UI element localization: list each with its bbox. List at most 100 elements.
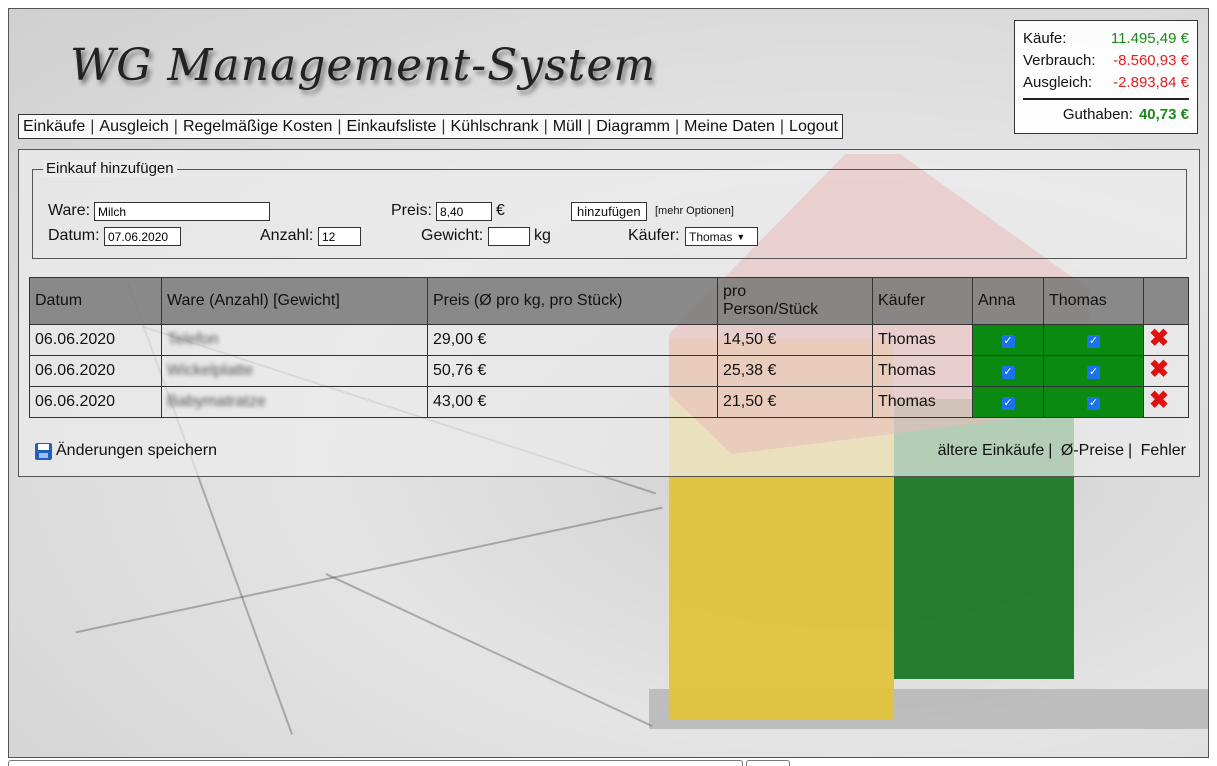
nav-separator: | <box>173 117 178 135</box>
cell-pro-person: 14,50 € <box>717 324 873 356</box>
table-row: 06.06.2020 Wickelplatte 50,76 € 25,38 € … <box>29 355 1189 387</box>
col-pro-line2: Person/Stück <box>723 301 819 318</box>
cell-actions: ✖ <box>1143 386 1189 418</box>
col-pro-line1: pro <box>723 283 747 300</box>
cell-thomas: ✓ <box>1043 386 1144 418</box>
save-disk-icon <box>35 442 52 460</box>
kaeufer-select[interactable]: Thomas ▼ <box>685 227 758 246</box>
col-kaeufer: Käufer <box>872 277 973 325</box>
anzahl-label: Anzahl: <box>260 227 314 244</box>
main-nav: Einkäufe | Ausgleich | Regelmäßige Kosten |… <box>18 114 843 139</box>
verbrauch-label: Verbrauch: <box>1023 51 1096 69</box>
nav-einkaeufe[interactable]: Einkäufe <box>23 118 85 136</box>
nav-separator: | <box>90 117 95 135</box>
nav-ausgleich[interactable]: Ausgleich <box>99 118 168 136</box>
cell-ware: Wickelplatte <box>161 355 428 387</box>
footer-links: ältere Einkäufe | Ø-Preise | Fehler <box>938 442 1186 460</box>
thomas-checkbox[interactable]: ✓ <box>1087 335 1100 348</box>
anzahl-input[interactable] <box>318 227 361 246</box>
blueprint-line <box>75 506 663 634</box>
cell-actions: ✖ <box>1143 355 1189 387</box>
footer-separator: | <box>1128 442 1133 459</box>
nav-separator: | <box>441 117 446 135</box>
table-row: 06.06.2020 Babymatratze 43,00 € 21,50 € … <box>29 386 1189 418</box>
cell-thomas: ✓ <box>1043 324 1144 356</box>
col-thomas: Thomas <box>1043 277 1144 325</box>
preis-unit: € <box>496 202 505 219</box>
delete-icon[interactable]: ✖ <box>1149 356 1169 383</box>
nav-regelmaessige-kosten[interactable]: Regelmäßige Kosten <box>183 118 332 136</box>
summary-row-verbrauch: Verbrauch: -8.560,93 € <box>1023 49 1189 71</box>
col-preis: Preis (Ø pro kg, pro Stück) <box>427 277 718 325</box>
gewicht-unit: kg <box>534 227 551 244</box>
nav-kuehlschrank[interactable]: Kühlschrank <box>451 118 539 136</box>
col-actions <box>1143 277 1189 325</box>
cell-thomas: ✓ <box>1043 355 1144 387</box>
save-changes-label: Änderungen speichern <box>56 442 218 459</box>
cell-ware: Telefon <box>161 324 428 356</box>
cell-kaeufer: Thomas <box>872 355 973 387</box>
nav-separator: | <box>587 117 592 135</box>
summary-row-ausgleich: Ausgleich: -2.893,84 € <box>1023 71 1189 93</box>
cell-preis: 29,00 € <box>427 324 718 356</box>
bottom-bar <box>8 760 743 766</box>
add-button[interactable]: hinzufügen <box>571 202 647 221</box>
nav-separator: | <box>337 117 342 135</box>
anna-checkbox[interactable]: ✓ <box>1001 397 1015 410</box>
col-anna: Anna <box>972 277 1044 325</box>
nav-diagramm[interactable]: Diagramm <box>596 118 670 136</box>
thomas-checkbox[interactable]: ✓ <box>1087 397 1100 410</box>
summary-row-kaeufe: Käufe: 11.495,49 € <box>1023 27 1189 49</box>
ausgleich-label: Ausgleich: <box>1023 73 1093 91</box>
cell-datum: 06.06.2020 <box>29 355 162 387</box>
verbrauch-value: -8.560,93 € <box>1113 51 1189 69</box>
cell-pro-person: 21,50 € <box>717 386 873 418</box>
nav-meine-daten[interactable]: Meine Daten <box>684 118 775 136</box>
nav-einkaufsliste[interactable]: Einkaufsliste <box>347 118 437 136</box>
balance-summary: Käufe: 11.495,49 € Verbrauch: -8.560,93 … <box>1014 20 1198 134</box>
gewicht-input[interactable] <box>488 227 530 246</box>
datum-label: Datum: <box>48 227 100 244</box>
ware-input[interactable] <box>94 202 270 221</box>
errors-link[interactable]: Fehler <box>1141 442 1186 459</box>
anna-checkbox[interactable]: ✓ <box>1001 366 1015 379</box>
ausgleich-value: -2.893,84 € <box>1113 73 1189 91</box>
cell-preis: 43,00 € <box>427 386 718 418</box>
purchases-table: Datum Ware (Anzahl) [Gewicht] Preis (Ø p… <box>29 277 1189 418</box>
bottom-button[interactable] <box>746 760 790 766</box>
delete-icon[interactable]: ✖ <box>1149 387 1169 414</box>
app-logo: WG Management-System <box>70 40 657 91</box>
cell-pro-person: 25,38 € <box>717 355 873 387</box>
cell-preis: 50,76 € <box>427 355 718 387</box>
cell-anna: ✓ <box>972 386 1044 418</box>
nav-logout[interactable]: Logout <box>789 118 838 136</box>
add-purchase-legend: Einkauf hinzufügen <box>43 160 177 177</box>
more-options-link[interactable]: [mehr Optionen] <box>655 205 734 217</box>
nav-separator: | <box>543 117 548 135</box>
nav-separator: | <box>675 117 680 135</box>
anna-checkbox[interactable]: ✓ <box>1001 335 1015 348</box>
kaeufe-value: 11.495,49 € <box>1110 29 1189 47</box>
cell-ware: Babymatratze <box>161 386 428 418</box>
kaeufer-label: Käufer: <box>628 227 680 244</box>
thomas-checkbox[interactable]: ✓ <box>1087 366 1100 379</box>
save-changes-button[interactable]: Änderungen speichern <box>35 442 217 460</box>
cell-anna: ✓ <box>972 324 1044 356</box>
kaeufer-select-value: Thomas <box>689 229 733 244</box>
purchases-panel: Einkauf hinzufügen Ware: Preis: € hinzuf… <box>18 149 1200 477</box>
datum-input[interactable] <box>104 227 181 246</box>
table-row: 06.06.2020 Telefon 29,00 € 14,50 € Thoma… <box>29 324 1189 356</box>
ware-label: Ware: <box>48 202 91 219</box>
guthaben-label: Guthaben: <box>1062 106 1133 123</box>
delete-icon[interactable]: ✖ <box>1149 325 1169 352</box>
col-datum: Datum <box>29 277 162 325</box>
preis-input[interactable] <box>436 202 492 221</box>
cell-datum: 06.06.2020 <box>29 386 162 418</box>
nav-muell[interactable]: Müll <box>553 118 582 136</box>
cell-anna: ✓ <box>972 355 1044 387</box>
older-purchases-link[interactable]: ältere Einkäufe <box>938 442 1045 459</box>
footer-separator: | <box>1048 442 1053 459</box>
cell-kaeufer: Thomas <box>872 386 973 418</box>
average-prices-link[interactable]: Ø-Preise <box>1061 442 1124 459</box>
summary-row-guthaben: Guthaben: 40,73 € <box>1023 106 1189 123</box>
